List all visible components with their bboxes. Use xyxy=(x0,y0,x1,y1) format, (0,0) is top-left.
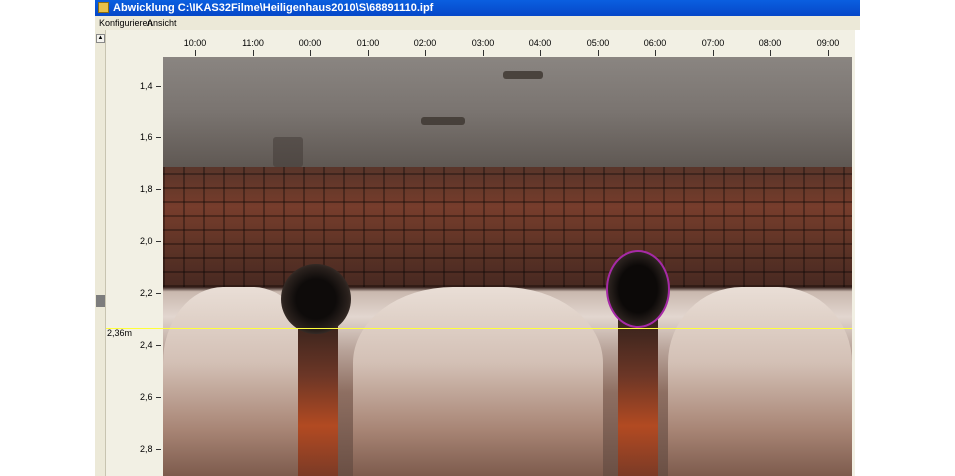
depth-label: 1,6 xyxy=(140,132,153,142)
depth-tick xyxy=(156,241,161,242)
depth-tick xyxy=(156,345,161,346)
window-title: Abwicklung C:\IKAS32Filme\Heiligenhaus20… xyxy=(113,2,434,14)
bench-middle xyxy=(353,287,603,476)
clock-label: 09:00 xyxy=(816,38,840,48)
menubar: Konfigurieren Ansicht xyxy=(95,16,860,30)
depth-tick xyxy=(156,189,161,190)
depth-tick xyxy=(156,449,161,450)
clock-tick xyxy=(253,50,254,56)
wall-defect xyxy=(421,117,465,125)
wall-defect xyxy=(503,71,543,79)
clock-tick xyxy=(310,50,311,56)
clock-tick xyxy=(828,50,829,56)
app-icon xyxy=(98,2,109,13)
clock-tick xyxy=(655,50,656,56)
clock-tick xyxy=(195,50,196,56)
depth-label: 2,8 xyxy=(140,444,153,454)
clock-tick xyxy=(770,50,771,56)
menu-ansicht[interactable]: Ansicht xyxy=(145,16,179,30)
brick-wall xyxy=(163,167,852,287)
vertical-scrollbar[interactable] xyxy=(95,30,106,476)
depth-label: 2,6 xyxy=(140,392,153,402)
depth-tick xyxy=(156,293,161,294)
clock-label: 00:00 xyxy=(298,38,322,48)
clock-label: 03:00 xyxy=(471,38,495,48)
clock-label: 02:00 xyxy=(413,38,437,48)
depth-tick xyxy=(156,137,161,138)
clock-tick xyxy=(483,50,484,56)
flow-channel-right xyxy=(618,307,658,476)
clock-label: 08:00 xyxy=(758,38,782,48)
clock-tick xyxy=(368,50,369,56)
clock-label: 11:00 xyxy=(242,38,264,48)
wall-stain xyxy=(273,137,303,167)
depth-label: 1,4 xyxy=(140,81,153,91)
clock-tick xyxy=(598,50,599,56)
clock-label: 10:00 xyxy=(183,38,207,48)
depth-label: 1,8 xyxy=(140,184,153,194)
bench-right xyxy=(668,287,852,476)
depth-marker-label: 2,36m xyxy=(107,328,133,338)
depth-marker-line[interactable] xyxy=(106,328,852,329)
depth-tick xyxy=(156,86,161,87)
depth-label: 2,4 xyxy=(140,340,153,350)
clock-tick xyxy=(713,50,714,56)
scroll-up-arrow-icon[interactable]: ▲ xyxy=(96,34,105,43)
scrollbar-thumb[interactable] xyxy=(96,295,105,307)
clock-label: 07:00 xyxy=(701,38,725,48)
clock-label: 06:00 xyxy=(643,38,667,48)
depth-label: 2,0 xyxy=(140,236,153,246)
clock-tick xyxy=(540,50,541,56)
clock-label: 04:00 xyxy=(528,38,552,48)
window-titlebar[interactable]: Abwicklung C:\IKAS32Filme\Heiligenhaus20… xyxy=(95,0,860,16)
depth-tick xyxy=(156,397,161,398)
clock-label: 05:00 xyxy=(586,38,610,48)
lateral-pipe-highlighted[interactable] xyxy=(606,250,670,328)
lateral-pipe-left xyxy=(281,264,351,334)
depth-label: 2,2 xyxy=(140,288,153,298)
unrolled-sewer-image[interactable] xyxy=(163,57,852,476)
clock-tick xyxy=(425,50,426,56)
clock-label: 01:00 xyxy=(356,38,380,48)
